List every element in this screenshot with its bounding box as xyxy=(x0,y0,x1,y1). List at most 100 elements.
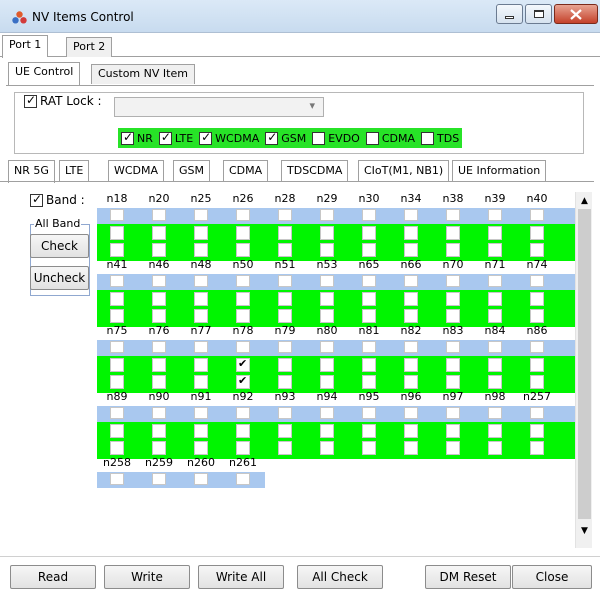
band-check-a-n83[interactable] xyxy=(446,358,460,372)
band-check-b-n46[interactable] xyxy=(152,309,166,323)
band-check-b-n79[interactable] xyxy=(278,375,292,389)
band-enable-checkbox-n18[interactable] xyxy=(110,209,124,221)
tab-lte[interactable]: LTE xyxy=(59,160,90,182)
band-check-a-n20[interactable] xyxy=(152,226,166,240)
band-check-a-n50[interactable] xyxy=(236,292,250,306)
band-check-b-n25[interactable] xyxy=(194,243,208,257)
close-button[interactable]: Close xyxy=(512,565,592,589)
band-enable-checkbox-n260[interactable] xyxy=(194,473,208,485)
tab-nr-5g[interactable]: NR 5G xyxy=(8,160,55,183)
band-check-b-n66[interactable] xyxy=(404,309,418,323)
tab-ue-control[interactable]: UE Control xyxy=(8,62,81,85)
band-check-a-n28[interactable] xyxy=(278,226,292,240)
band-check-b-n26[interactable] xyxy=(236,243,250,257)
band-check-b-n89[interactable] xyxy=(110,441,124,455)
rat-option-evdo[interactable]: EVDO xyxy=(309,128,363,148)
band-check-a-n70[interactable] xyxy=(446,292,460,306)
band-check-a-n95[interactable] xyxy=(362,424,376,438)
band-check-b-n65[interactable] xyxy=(362,309,376,323)
band-check-b-n76[interactable] xyxy=(152,375,166,389)
write-button[interactable]: Write xyxy=(104,565,190,589)
band-check-b-n74[interactable] xyxy=(530,309,544,323)
band-enable-checkbox-n84[interactable] xyxy=(488,341,502,353)
band-check-b-n97[interactable] xyxy=(446,441,460,455)
band-check-b-n48[interactable] xyxy=(194,309,208,323)
band-check-a-n78[interactable] xyxy=(236,357,250,372)
band-check-a-n41[interactable] xyxy=(110,292,124,306)
band-check-a-n48[interactable] xyxy=(194,292,208,306)
scroll-up-icon[interactable]: ▲ xyxy=(576,192,593,209)
band-enable-checkbox-n76[interactable] xyxy=(152,341,166,353)
band-enable-checkbox-n257[interactable] xyxy=(530,407,544,419)
band-enable-checkbox-n94[interactable] xyxy=(320,407,334,419)
band-enable-checkbox-n65[interactable] xyxy=(362,275,376,287)
band-check-b-n34[interactable] xyxy=(404,243,418,257)
band-enable-checkbox-n74[interactable] xyxy=(530,275,544,287)
rat-option-wcdma[interactable]: WCDMA xyxy=(196,128,263,148)
band-check-a-n66[interactable] xyxy=(404,292,418,306)
band-check-a-n34[interactable] xyxy=(404,226,418,240)
band-checkbox[interactable] xyxy=(30,192,43,207)
band-enable-checkbox-n39[interactable] xyxy=(488,209,502,221)
minimize-button[interactable] xyxy=(496,4,523,24)
band-check-a-n29[interactable] xyxy=(320,226,334,240)
band-check-a-n26[interactable] xyxy=(236,226,250,240)
tab-ciot[interactable]: CIoT(M1, NB1) xyxy=(358,160,450,182)
band-enable-checkbox-n30[interactable] xyxy=(362,209,376,221)
band-enable-checkbox-n95[interactable] xyxy=(362,407,376,419)
band-check-a-n84[interactable] xyxy=(488,358,502,372)
band-check-a-n65[interactable] xyxy=(362,292,376,306)
tab-gsm[interactable]: GSM xyxy=(173,160,210,182)
tab-custom-nv-item[interactable]: Custom NV Item xyxy=(91,64,195,84)
band-check-b-n41[interactable] xyxy=(110,309,124,323)
rat-nr-checkbox[interactable] xyxy=(121,130,134,145)
band-check-a-n89[interactable] xyxy=(110,424,124,438)
band-enable-checkbox-n86[interactable] xyxy=(530,341,544,353)
band-enable-checkbox-n78[interactable] xyxy=(236,341,250,353)
band-check-b-n20[interactable] xyxy=(152,243,166,257)
band-check-b-n95[interactable] xyxy=(362,441,376,455)
band-check-b-n81[interactable] xyxy=(362,375,376,389)
band-check-b-n40[interactable] xyxy=(530,243,544,257)
band-check-b-n96[interactable] xyxy=(404,441,418,455)
write-all-button[interactable]: Write All xyxy=(198,565,284,589)
band-enable-checkbox-n38[interactable] xyxy=(446,209,460,221)
maximize-button[interactable] xyxy=(525,4,552,24)
read-button[interactable]: Read xyxy=(10,565,96,589)
scroll-down-icon[interactable]: ▼ xyxy=(576,522,593,539)
band-enable-checkbox-n75[interactable] xyxy=(110,341,124,353)
band-check-b-n93[interactable] xyxy=(278,441,292,455)
dm-reset-button[interactable]: DM Reset xyxy=(425,565,511,589)
band-check-b-n28[interactable] xyxy=(278,243,292,257)
band-check-a-n53[interactable] xyxy=(320,292,334,306)
band-enable-checkbox-n28[interactable] xyxy=(278,209,292,221)
rat-option-tds[interactable]: TDS xyxy=(418,128,462,148)
band-check-b-n75[interactable] xyxy=(110,375,124,389)
band-enable-checkbox-n97[interactable] xyxy=(446,407,460,419)
band-check-b-n70[interactable] xyxy=(446,309,460,323)
band-enable-checkbox-n79[interactable] xyxy=(278,341,292,353)
band-enable-checkbox-n53[interactable] xyxy=(320,275,334,287)
band-check-b-n78[interactable] xyxy=(236,374,250,389)
rat-option-cdma[interactable]: CDMA xyxy=(363,128,418,148)
band-check-a-n81[interactable] xyxy=(362,358,376,372)
band-check-a-n92[interactable] xyxy=(236,424,250,438)
band-check-a-n86[interactable] xyxy=(530,358,544,372)
band-enable-checkbox-n34[interactable] xyxy=(404,209,418,221)
band-enable-checkbox-n93[interactable] xyxy=(278,407,292,419)
all-check-button[interactable]: All Check xyxy=(297,565,383,589)
rat-evdo-checkbox[interactable] xyxy=(312,131,326,145)
tab-port-1[interactable]: Port 1 xyxy=(2,35,49,58)
tab-ue-information[interactable]: UE Information xyxy=(452,160,547,182)
band-enable-checkbox-n50[interactable] xyxy=(236,275,250,287)
scroll-thumb[interactable] xyxy=(578,209,591,519)
band-enable-checkbox-n48[interactable] xyxy=(194,275,208,287)
rat-lock-select[interactable] xyxy=(114,97,324,117)
band-enable-checkbox-n51[interactable] xyxy=(278,275,292,287)
band-enable-checkbox-n70[interactable] xyxy=(446,275,460,287)
band-enable-checkbox-n92[interactable] xyxy=(236,407,250,419)
band-check-b-n83[interactable] xyxy=(446,375,460,389)
band-enable-checkbox-n83[interactable] xyxy=(446,341,460,353)
band-check-b-n86[interactable] xyxy=(530,375,544,389)
band-check-b-n18[interactable] xyxy=(110,243,124,257)
